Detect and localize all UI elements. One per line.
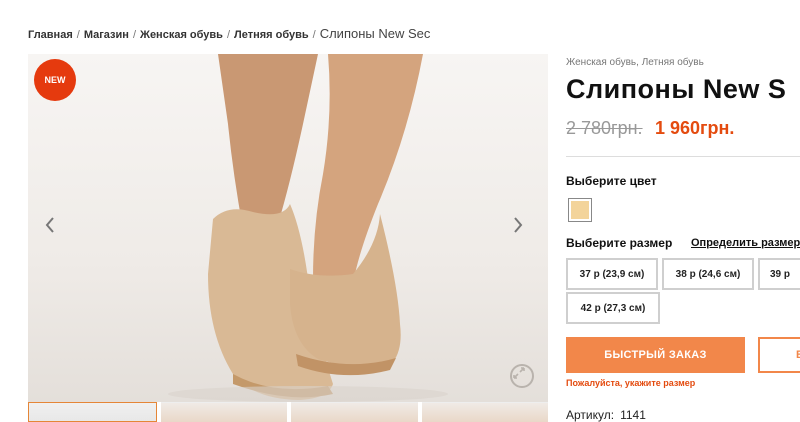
breadcrumb-separator: /	[312, 29, 316, 41]
thumbnail-strip	[28, 402, 548, 422]
product-categories[interactable]: Женская обувь, Летняя обувь	[566, 57, 704, 68]
thumbnail[interactable]	[291, 402, 418, 422]
old-price: 2 780грн.	[566, 118, 643, 138]
breadcrumb-link-shop[interactable]: Магазин	[84, 29, 129, 41]
price-block: 2 780грн. 1 960грн.	[566, 118, 734, 139]
shadow	[168, 386, 448, 402]
thumbnail[interactable]	[160, 402, 287, 422]
add-to-cart-button[interactable]: В	[758, 337, 800, 373]
product-title: Слипоны New S	[566, 74, 787, 104]
size-label: Выберите размер	[566, 236, 673, 250]
divider	[566, 156, 800, 157]
right-leg	[313, 54, 423, 284]
breadcrumb: Главная / Магазин / Женская обувь / Летняя обу…	[28, 26, 430, 41]
sku-label: Артикул:	[566, 408, 615, 422]
color-label: Выберите цвет	[566, 174, 657, 188]
gallery-next-button[interactable]	[512, 216, 532, 244]
sku-value: 1141	[620, 408, 646, 422]
chevron-left-icon	[45, 217, 54, 233]
product-image-gallery[interactable]: NEW	[28, 54, 548, 402]
breadcrumb-separator: /	[76, 29, 80, 41]
quick-order-button[interactable]: БЫСТРЫЙ ЗАКАЗ	[566, 337, 745, 373]
product-photo	[168, 54, 448, 402]
new-price: 1 960грн.	[655, 118, 735, 138]
breadcrumb-separator: /	[226, 29, 230, 41]
breadcrumb-separator: /	[132, 29, 136, 41]
chevron-right-icon	[514, 217, 523, 233]
breadcrumb-link-women-shoes[interactable]: Женская обувь	[140, 29, 223, 41]
zoom-icon	[513, 367, 525, 379]
size-option-38[interactable]: 38 р (24,6 см)	[662, 258, 754, 290]
breadcrumb-current: Слипоны New Sec	[319, 26, 431, 41]
size-option-39[interactable]: 39 р	[758, 258, 800, 290]
thumbnail[interactable]	[28, 402, 157, 422]
breadcrumb-link-summer-shoes[interactable]: Летняя обувь	[234, 29, 309, 41]
sku: Артикул: 1141	[566, 408, 646, 422]
size-option-42[interactable]: 42 р (27,3 см)	[566, 292, 660, 324]
size-guide-link[interactable]: Определить размер	[691, 237, 800, 249]
breadcrumb-link-home[interactable]: Главная	[28, 29, 73, 41]
size-error-message: Пожалуйста, укажите размер	[566, 378, 696, 388]
left-leg	[218, 54, 318, 229]
size-option-37[interactable]: 37 р (23,9 см)	[566, 258, 658, 290]
zoom-button[interactable]	[510, 364, 534, 388]
thumbnail[interactable]	[421, 402, 548, 422]
color-swatch[interactable]	[568, 198, 592, 222]
gallery-prev-button[interactable]	[44, 216, 64, 244]
new-badge: NEW	[34, 59, 76, 101]
